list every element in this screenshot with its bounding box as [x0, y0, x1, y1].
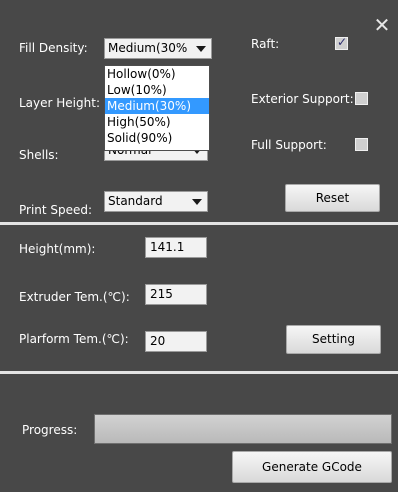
height-label: Height(mm): — [19, 242, 96, 256]
print-speed-label: Print Speed: — [19, 203, 93, 217]
checkmark-icon: ✓ — [337, 35, 348, 49]
list-item[interactable]: Low(10%) — [105, 82, 209, 98]
exterior-support-checkbox[interactable] — [355, 92, 368, 105]
print-settings-panel: ✕ Fill Density: Medium(30% Layer Height:… — [0, 0, 398, 492]
progress-label: Progress: — [22, 423, 78, 437]
section-divider — [0, 371, 398, 374]
list-item[interactable]: High(50%) — [105, 114, 209, 130]
platform-temp-field[interactable]: 20 — [145, 331, 207, 352]
exterior-support-label: Exterior Support: — [251, 92, 354, 106]
shells-label: Shells: — [19, 148, 59, 162]
print-speed-value: Standard — [108, 194, 163, 208]
setting-button[interactable]: Setting — [286, 325, 381, 354]
close-icon[interactable]: ✕ — [372, 15, 392, 35]
full-support-checkbox[interactable] — [355, 138, 368, 151]
list-item-selected[interactable]: Medium(30%) — [105, 98, 209, 114]
list-item[interactable]: Hollow(0%) — [105, 66, 209, 82]
platform-temp-label: Plarform Tem.(℃): — [19, 332, 129, 346]
extruder-temp-label: Extruder Tem.(℃): — [19, 290, 130, 304]
generate-gcode-button[interactable]: Generate GCode — [232, 451, 392, 483]
fill-density-label: Fill Density: — [19, 41, 88, 55]
section-divider — [0, 222, 398, 225]
chevron-down-icon — [192, 199, 202, 205]
list-item[interactable]: Solid(90%) — [105, 130, 209, 146]
extruder-temp-field[interactable]: 215 — [145, 284, 207, 305]
chevron-down-icon — [196, 46, 206, 52]
raft-checkbox[interactable]: ✓ — [335, 35, 348, 50]
progress-bar — [94, 414, 392, 444]
print-speed-dropdown[interactable]: Standard — [104, 191, 208, 212]
fill-density-value: Medium(30% — [108, 41, 188, 55]
reset-button[interactable]: Reset — [285, 184, 380, 212]
fill-density-dropdown[interactable]: Medium(30% — [104, 38, 212, 59]
full-support-label: Full Support: — [251, 138, 327, 152]
layer-height-label: Layer Height: — [19, 96, 100, 110]
height-field[interactable]: 141.1 — [145, 237, 207, 258]
raft-label: Raft: — [251, 37, 280, 51]
fill-density-options-list[interactable]: Hollow(0%) Low(10%) Medium(30%) High(50%… — [104, 65, 210, 151]
